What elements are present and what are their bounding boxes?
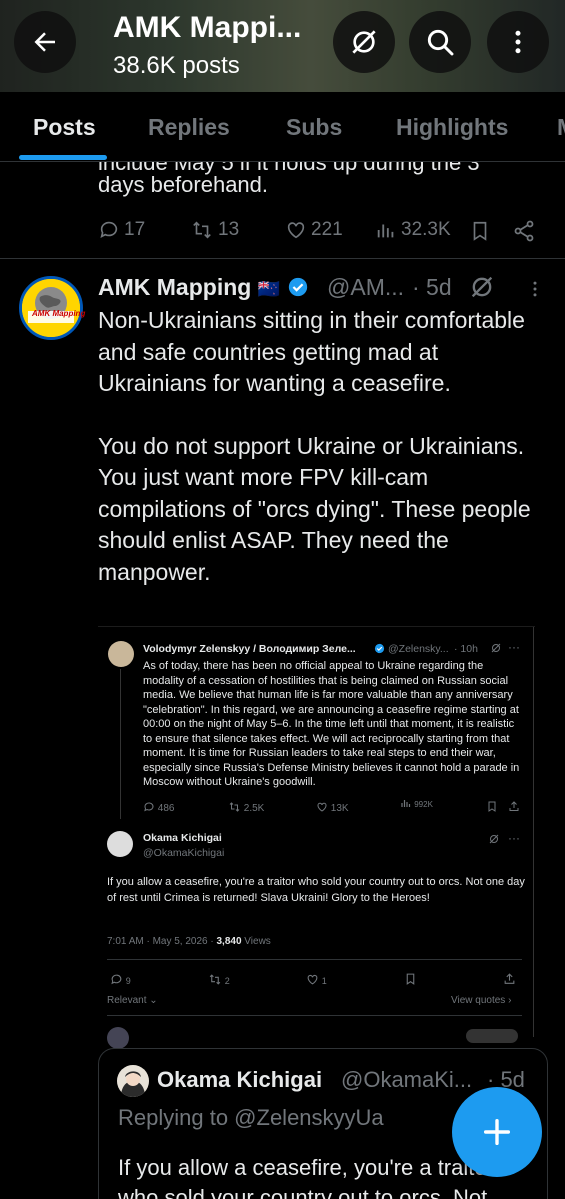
active-tab-indicator xyxy=(19,155,107,160)
post1-share-button[interactable] xyxy=(512,219,536,243)
globe-logo-icon xyxy=(22,279,80,337)
tab-subs[interactable]: Subs xyxy=(286,114,342,141)
post1-like-count: 221 xyxy=(311,219,343,240)
embed-time: · 10h xyxy=(454,643,478,655)
profile-title: AMK Mappi... xyxy=(113,11,302,44)
post-paragraph: You do not support Ukraine or Ukrainians… xyxy=(98,432,531,585)
avatar xyxy=(107,1027,129,1049)
avatar xyxy=(108,641,134,667)
post-count: 38.6K posts xyxy=(113,52,240,79)
profile-tabs: Posts Replies Subs Highlights M xyxy=(0,92,565,162)
views-icon xyxy=(401,800,411,807)
post1-reply-button[interactable]: 17 xyxy=(98,219,145,241)
post-timestamp[interactable]: · 5d xyxy=(412,274,452,301)
bookmark-icon xyxy=(488,801,496,812)
reply-icon xyxy=(100,221,118,238)
grok-icon[interactable] xyxy=(468,273,496,301)
repost-icon xyxy=(229,802,240,812)
replying-to: Replying to @ZelenskyyUa xyxy=(118,1105,384,1130)
embed-sort-relevant: Relevant ⌄ xyxy=(107,995,158,1006)
verified-icon xyxy=(374,643,385,654)
embed-view-quotes: View quotes › xyxy=(451,995,512,1006)
author-name[interactable]: AMK Mapping 🇳🇿 xyxy=(98,274,309,301)
back-arrow-icon xyxy=(34,32,55,52)
embed-reply-replies: 9 xyxy=(110,973,131,987)
post1-bookmark-button[interactable] xyxy=(469,219,491,243)
embed-reply-timestamp: 7:01 AM · May 5, 2026 · 3,840 Views xyxy=(107,936,271,947)
thread-line xyxy=(120,669,121,819)
quoted-author-name: Okama Kichigai xyxy=(157,1067,323,1092)
post1-reply-count: 17 xyxy=(124,219,146,240)
embed-reply-author-name: Okama Kichigai xyxy=(143,832,222,844)
bookmark-icon xyxy=(473,221,487,241)
tab-replies[interactable]: Replies xyxy=(148,114,230,141)
like-icon xyxy=(287,222,305,239)
embed-reply-likes: 1 xyxy=(306,973,327,987)
anime-avatar-icon xyxy=(117,1065,149,1097)
back-button[interactable] xyxy=(14,11,76,73)
embed-reply-text: If you allow a ceasefire, you're a trait… xyxy=(107,876,525,904)
like-icon xyxy=(307,974,318,985)
notifications-mute-button[interactable] xyxy=(333,11,395,73)
more-options-button[interactable] xyxy=(487,11,549,73)
embed-reply-author-handle: @OkamaKichigai xyxy=(143,847,225,859)
compose-plus-icon xyxy=(483,1118,511,1146)
tab-highlights[interactable]: Highlights xyxy=(396,114,508,141)
embed-like-count: 13K xyxy=(316,801,349,814)
search-icon xyxy=(427,29,454,56)
post1-repost-button[interactable]: 13 xyxy=(190,219,239,241)
repost-icon xyxy=(193,221,211,239)
more-icon: ··· xyxy=(508,640,520,654)
share-icon xyxy=(509,801,519,811)
embed-author-name: Volodymyr Zelenskyy / Володимир Зеле... xyxy=(143,643,356,655)
post1-views-button[interactable]: 32.3K xyxy=(375,219,451,241)
avatar[interactable] xyxy=(19,276,83,340)
embed-reply-reposts: 2 xyxy=(208,973,230,987)
embed-divider xyxy=(107,1015,522,1016)
bookmark-icon xyxy=(406,973,415,985)
quoted-author-handle: @OkamaKi... xyxy=(341,1067,473,1092)
repost-icon xyxy=(209,974,221,985)
post-paragraph: Non-Ukrainians sitting in their comforta… xyxy=(98,307,525,396)
post1-repost-count: 13 xyxy=(218,219,240,240)
like-icon xyxy=(317,802,327,812)
embed-repost-count: 2.5K xyxy=(228,801,264,814)
reply-icon xyxy=(111,974,122,985)
views-icon xyxy=(377,224,394,238)
compose-button[interactable] xyxy=(452,1087,542,1177)
share-icon xyxy=(514,220,534,242)
avatar xyxy=(107,831,133,857)
mute-icon xyxy=(352,30,376,54)
nz-flag-icon: 🇳🇿 xyxy=(257,279,281,299)
share-icon xyxy=(504,973,515,984)
grok-icon xyxy=(489,834,499,844)
more-vertical-icon xyxy=(515,30,521,54)
more-icon: ··· xyxy=(508,831,520,845)
embedded-screenshot[interactable]: Volodymyr Zelenskyy / Володимир Зеле... … xyxy=(98,626,535,1049)
search-button[interactable] xyxy=(409,11,471,73)
verified-icon xyxy=(288,277,307,297)
post1-text: days beforehand. xyxy=(98,172,269,197)
avatar xyxy=(117,1065,149,1097)
grok-icon xyxy=(491,643,501,653)
post-body: Non-Ukrainians sitting in their comforta… xyxy=(98,305,553,588)
post1-like-button[interactable]: 221 xyxy=(285,219,343,241)
embed-author-handle: @Zelensky... xyxy=(388,643,449,655)
tab-media[interactable]: M xyxy=(557,114,565,141)
post1-view-count: 32.3K xyxy=(401,219,451,240)
tab-posts[interactable]: Posts xyxy=(33,114,96,141)
embed-follow-pill xyxy=(466,1029,518,1043)
embed-post-text: As of today, there has been no official … xyxy=(143,660,520,788)
author-handle[interactable]: @AM... xyxy=(327,274,404,301)
avatar-label: AMK Mapping xyxy=(32,309,86,318)
embed-divider xyxy=(107,959,522,960)
embed-reply-count: 486 xyxy=(143,801,174,814)
embed-view-count: 992K xyxy=(400,797,433,809)
more-icon[interactable] xyxy=(525,276,545,302)
embed-border xyxy=(533,627,534,1037)
reply-icon xyxy=(144,802,154,812)
post-divider xyxy=(0,258,565,259)
